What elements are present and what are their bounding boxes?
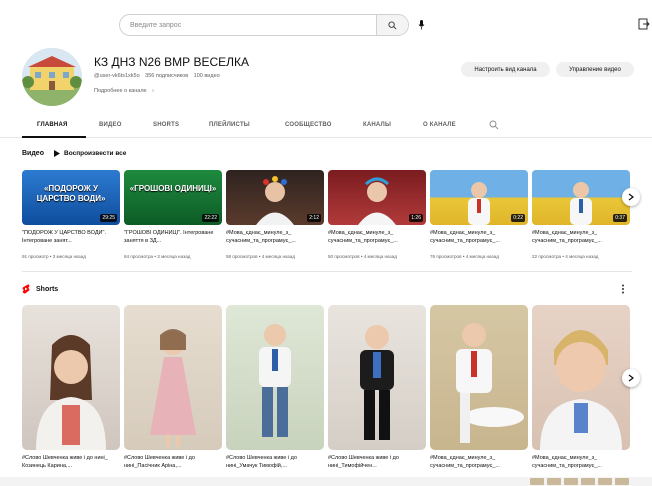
chevron-right-icon — [628, 374, 634, 382]
exit-icon[interactable] — [638, 18, 650, 30]
video-duration: 29:25 — [100, 214, 117, 222]
shorts-section-title: Shorts — [36, 285, 59, 293]
taskbar-app-icon[interactable] — [615, 478, 629, 485]
video-thumbnail[interactable]: «ГРОШОВІ ОДИНИЦІ» 22:22 — [124, 170, 222, 225]
video-thumbnail[interactable]: «ПОДОРОЖ У ЦАРСТВО ВОДИ» 29:25 — [22, 170, 120, 225]
channel-handle: @user-vk6ts1xk5o — [94, 73, 140, 79]
video-duration: 2:12 — [307, 214, 321, 222]
manage-videos-button[interactable]: Управление видео — [556, 62, 634, 77]
microphone-icon — [418, 20, 424, 30]
thumbnail-caption: «ГРОШОВІ ОДИНИЦІ» — [129, 184, 217, 193]
active-tab-indicator — [22, 136, 86, 138]
taskbar-app-icon[interactable] — [530, 478, 544, 485]
channel-meta: @user-vk6ts1xk5o 356 подписчиков 100 вид… — [94, 73, 224, 79]
short-thumbnail[interactable] — [532, 305, 630, 450]
video-meta: 76 просмотров • 4 месяца назад — [430, 254, 499, 259]
girl-portrait-image — [150, 329, 196, 447]
kindergarten-building-image — [22, 48, 82, 106]
short-title[interactable]: #Слово Шевченка живе і до нині_Пасічник … — [124, 455, 222, 471]
thumbnail-caption: «ПОДОРОЖ У ЦАРСТВО ВОДИ» — [36, 184, 106, 203]
short-title[interactable]: #Мова_єднає_минуле_з_ сучасним_та_програ… — [430, 455, 528, 471]
video-meta: 58 просмотров • 4 месяца назад — [226, 254, 295, 259]
short-thumbnail[interactable] — [22, 305, 120, 450]
video-duration: 22:22 — [202, 214, 219, 222]
tab-playlists[interactable]: ПЛЕЙЛИСТЫ — [209, 122, 250, 128]
video-meta: 91 просмотр • 3 месяца назад — [22, 254, 86, 259]
top-bar — [0, 0, 652, 44]
shorts-next-button[interactable] — [622, 369, 640, 387]
tab-shorts[interactable]: SHORTS — [153, 122, 179, 128]
taskbar-app-icon[interactable] — [547, 478, 561, 485]
video-thumbnail[interactable]: 2:12 — [226, 170, 324, 225]
play-icon — [54, 150, 60, 157]
video-title[interactable]: "ГРОШОВІ ОДИНИЦІ". Інтегроване заняття в… — [124, 230, 222, 246]
girl-portrait-image — [36, 335, 106, 450]
about-channel-link[interactable]: Подробнее о канале › — [94, 88, 154, 94]
search-box[interactable] — [119, 14, 409, 36]
taskbar-icons — [530, 478, 652, 486]
boy-portrait-image — [540, 330, 622, 450]
video-thumbnail[interactable]: 1:26 — [328, 170, 426, 225]
video-duration: 0:22 — [511, 214, 525, 222]
taskbar-app-icon[interactable] — [564, 478, 578, 485]
taskbar-app-icon[interactable] — [598, 478, 612, 485]
video-meta: 22 просмотра • 4 месяца назад — [532, 254, 599, 259]
channel-search-icon[interactable] — [489, 120, 499, 130]
videos-next-button[interactable] — [622, 188, 640, 206]
boy-portrait-image — [360, 325, 394, 440]
video-title[interactable]: "ПОДОРОЖ У ЦАРСТВО ВОДИ". Інтегроване за… — [22, 230, 120, 246]
chevron-right-icon: › — [152, 88, 154, 94]
search-icon — [388, 20, 397, 29]
channel-title: КЗ ДНЗ N26 ВМР ВЕСЕЛКА — [94, 55, 250, 69]
tab-about[interactable]: О КАНАЛЕ — [423, 122, 456, 128]
channel-tabs: ГЛАВНАЯ ВИДЕО SHORTS ПЛЕЙЛИСТЫ СООБЩЕСТВ… — [0, 114, 652, 138]
search-button[interactable] — [376, 15, 408, 35]
video-duration: 0:37 — [613, 214, 627, 222]
chevron-right-icon — [628, 193, 634, 201]
microphone-button[interactable] — [414, 17, 428, 33]
short-thumbnail[interactable] — [430, 305, 528, 450]
subscriber-count: 356 подписчиков — [145, 73, 189, 79]
video-count: 100 видео — [193, 73, 220, 79]
video-title[interactable]: #Мова_єднає_минуле_з_ сучасним_та_програ… — [328, 230, 426, 246]
search-input[interactable] — [130, 15, 370, 35]
short-thumbnail[interactable] — [328, 305, 426, 450]
shorts-section-header: Shorts — [22, 284, 58, 294]
video-title[interactable]: #Мова_єднає_минуле_з_ сучасним_та_програ… — [430, 230, 528, 246]
short-thumbnail[interactable] — [226, 305, 324, 450]
video-meta: 64 просмотра • 3 месяца назад — [124, 254, 191, 259]
play-all-button[interactable]: Воспроизвести все — [54, 150, 126, 157]
tab-channels[interactable]: КАНАЛЫ — [363, 122, 391, 128]
video-duration: 1:26 — [409, 214, 423, 222]
short-title[interactable]: #Слово Шевченка живе і до нині_Тимофійче… — [328, 455, 426, 471]
shorts-logo-icon — [22, 284, 30, 294]
tab-videos[interactable]: ВИДЕО — [99, 122, 122, 128]
boy-portrait-image — [456, 323, 524, 443]
video-thumbnail[interactable]: 0:37 — [532, 170, 630, 225]
channel-avatar[interactable] — [22, 48, 82, 106]
tab-community[interactable]: СООБЩЕСТВО — [285, 122, 332, 128]
more-options-icon[interactable] — [620, 284, 626, 294]
customize-channel-button[interactable]: Настроить вид канала — [461, 62, 550, 77]
videos-section-title: Видео — [22, 150, 44, 157]
short-thumbnail[interactable] — [124, 305, 222, 450]
short-title[interactable]: #Слово Шевченка живе і до нині_Умачук Ти… — [226, 455, 324, 471]
tab-home[interactable]: ГЛАВНАЯ — [37, 122, 68, 128]
section-divider — [22, 271, 632, 272]
video-title[interactable]: #Мова_єднає_минуле_з_ сучасним_та_програ… — [226, 230, 324, 246]
video-title[interactable]: #Мова_єднає_минуле_з_ сучасним_та_програ… — [532, 230, 630, 246]
short-title[interactable]: #Слово Шевченка живе і до нині_ Козинець… — [22, 455, 120, 471]
video-thumbnail[interactable]: 0:22 — [430, 170, 528, 225]
video-meta: 50 просмотров • 4 месяца назад — [328, 254, 397, 259]
boy-portrait-image — [259, 324, 291, 437]
short-title[interactable]: #Мова_єднає_минуле_з_ сучасним_та_програ… — [532, 455, 630, 471]
taskbar-app-icon[interactable] — [581, 478, 595, 485]
